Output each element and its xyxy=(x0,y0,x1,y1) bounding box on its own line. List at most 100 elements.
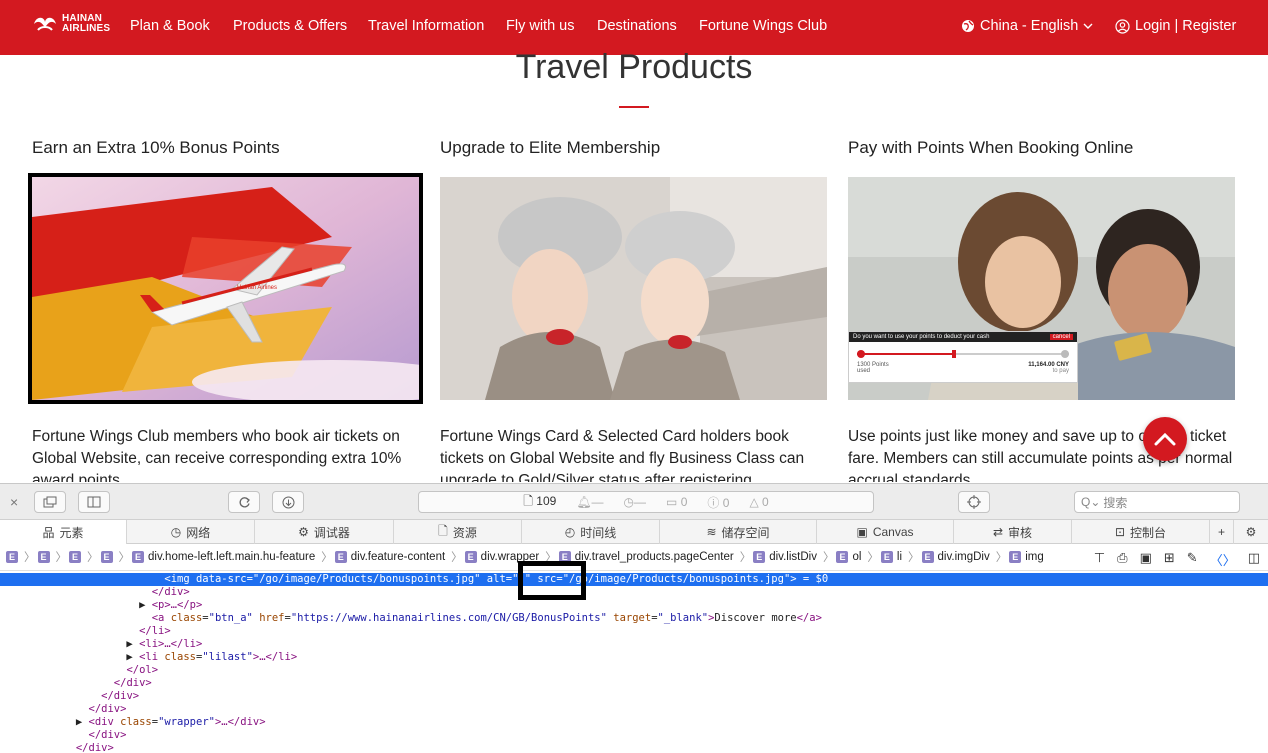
print-icon[interactable]: ⎙ xyxy=(1117,550,1127,569)
breadcrumb-item[interactable]: E xyxy=(6,551,18,563)
sidebar-toggle-icon[interactable]: ◫ xyxy=(1248,550,1260,569)
section-title: Travel Products xyxy=(515,48,753,86)
breadcrumb-item[interactable]: E xyxy=(37,551,50,563)
dom-node-div-close[interactable]: </div> xyxy=(0,742,1268,753)
card-title-bonus-points[interactable]: Earn an Extra 10% Bonus Points xyxy=(32,138,280,158)
bonus-points-illustration: Hainan Airlines xyxy=(32,177,419,400)
card-image-elite-membership[interactable] xyxy=(440,177,827,400)
breadcrumb-item[interactable]: E xyxy=(69,551,81,563)
nav-products-offers[interactable]: Products & Offers xyxy=(233,18,347,34)
hainan-airlines-logo[interactable]: HAINAN AIRLINES xyxy=(32,14,110,34)
tab-console[interactable]: ⊡ 控制台 xyxy=(1072,520,1210,544)
crosshair-icon xyxy=(967,495,981,509)
bell-icon: 🔔︎ xyxy=(576,495,592,509)
dom-tree: <img data-src="/go/image/Products/bonusp… xyxy=(0,572,1268,753)
bell-status: 🔔︎— xyxy=(576,495,604,509)
dom-node-img-selected[interactable]: <img data-src="/go/image/Products/bonusp… xyxy=(0,573,1268,586)
breadcrumb-item[interactable]: Eol xyxy=(836,551,861,563)
dock-side-button[interactable] xyxy=(78,491,110,513)
tab-audit[interactable]: ⇄ 审核 xyxy=(954,520,1072,544)
messages-count: ▭ 0 xyxy=(666,495,688,509)
storage-icon: ≋ xyxy=(706,525,717,539)
tab-debugger[interactable]: ⚙ 调试器 xyxy=(255,520,394,544)
tab-network[interactable]: ◷ 网络 xyxy=(127,520,255,544)
breadcrumb-item[interactable]: E xyxy=(100,551,113,563)
breadcrumb-item[interactable]: Eimg xyxy=(1009,551,1044,563)
reload-button[interactable] xyxy=(228,491,260,513)
inspect-element-button[interactable] xyxy=(958,491,990,513)
scroll-to-top-button[interactable] xyxy=(1143,417,1187,461)
network-icon: ◷ xyxy=(170,525,182,539)
dock-separate-window-button[interactable] xyxy=(34,491,66,513)
dom-node-a[interactable]: <a class="btn_a" href="https://www.haina… xyxy=(0,612,1268,625)
inspector-tabs: 品元素 ◷ 网络 ⚙ 调试器 🗋 资源 ◴ 时间线 ≋ 储存空间 ▣ Canvas ⇄ 审核 … xyxy=(0,520,1268,544)
flight-attendants-photo xyxy=(440,177,827,400)
points-used-label: 1300 Points used xyxy=(857,362,889,374)
card-image-pay-with-points[interactable]: Do you want to use your points to deduct… xyxy=(848,177,1235,400)
tab-resources[interactable]: 🗋 资源 xyxy=(394,520,522,544)
nav-fly-with-us[interactable]: Fly with us xyxy=(506,18,575,34)
chevron-up-icon xyxy=(1154,432,1176,446)
nav-plan-book[interactable]: Plan & Book xyxy=(130,18,210,34)
breadcrumb-item[interactable]: Ediv.imgDiv xyxy=(921,551,990,563)
plane-livery-text: Hainan Airlines xyxy=(237,285,277,291)
globe-icon xyxy=(962,20,974,32)
card-text-bonus-points: Fortune Wings Club members who book air … xyxy=(32,428,402,482)
dom-node-li-last[interactable]: ▶ <li class="lilast">…</li> xyxy=(0,651,1268,664)
resource-status-bar[interactable]: 🗋 109 🔔︎— ◷— ▭ 0 ⓘ 0 △ 0 xyxy=(418,491,874,513)
logo-text-line2: AIRLINES xyxy=(62,23,111,34)
warnings-count: △ 0 xyxy=(749,495,769,509)
pencil-icon[interactable]: ✎ xyxy=(1187,550,1198,569)
screenshot-icon[interactable]: ▣ xyxy=(1140,550,1152,569)
layout-icon[interactable]: ⊤ xyxy=(1094,550,1105,569)
dom-node-div-close[interactable]: </div> xyxy=(0,729,1268,742)
errors-count: ⓘ 0 xyxy=(707,495,730,510)
dom-node-p[interactable]: ▶ <p>…</p> xyxy=(0,599,1268,612)
inspector-toolbar: × 🗋 109 🔔︎— ◷— ▭ 0 ⓘ 0 △ 0 Q⌄ 搜索 xyxy=(0,484,1268,520)
dom-node-ol-close[interactable]: </ol> xyxy=(0,664,1268,677)
region-selector[interactable]: China - English xyxy=(961,18,1093,34)
window-icon xyxy=(43,496,57,508)
download-button[interactable] xyxy=(272,491,304,513)
breadcrumb-item[interactable]: Ediv.listDiv xyxy=(753,551,817,563)
dom-node-li-close[interactable]: </li> xyxy=(0,625,1268,638)
breadcrumb-item[interactable]: Ediv.feature-content xyxy=(334,551,445,563)
clock-status: ◷— xyxy=(623,495,647,509)
dom-node-div-close[interactable]: </div> xyxy=(0,690,1268,703)
dom-node-li[interactable]: ▶ <li>…</li> xyxy=(0,638,1268,651)
dom-node-div-wrapper[interactable]: ▶ <div class="wrapper">…</div> xyxy=(0,716,1268,729)
search-placeholder: 搜索 xyxy=(1103,495,1128,510)
breadcrumb-item[interactable]: Eli xyxy=(880,551,902,563)
login-register-label: Login | Register xyxy=(1135,18,1237,34)
grid-icon[interactable]: ⊞ xyxy=(1164,550,1175,569)
breadcrumb-item[interactable]: Ediv.home-left.left.main.hu-feature xyxy=(132,551,315,563)
inspector-search-input[interactable]: Q⌄ 搜索 xyxy=(1074,491,1240,513)
tab-canvas[interactable]: ▣ Canvas xyxy=(817,520,954,544)
nav-travel-information[interactable]: Travel Information xyxy=(368,18,484,34)
nav-fortune-wings-club[interactable]: Fortune Wings Club xyxy=(699,18,827,34)
tab-storage[interactable]: ≋ 储存空间 xyxy=(660,520,817,544)
dom-node-div-close[interactable]: </div> xyxy=(0,703,1268,716)
close-inspector-icon[interactable]: × xyxy=(10,494,18,510)
dom-node-div-close[interactable]: </div> xyxy=(0,586,1268,599)
dom-node-div-close[interactable]: </div> xyxy=(0,677,1268,690)
clock-icon: ◷ xyxy=(623,495,635,509)
card-image-bonus-points[interactable]: Hainan Airlines xyxy=(28,173,423,404)
elements-icon: 品 xyxy=(42,525,55,540)
title-divider xyxy=(619,106,649,108)
card-title-elite-membership[interactable]: Upgrade to Elite Membership xyxy=(440,138,660,158)
code-icon[interactable]: 〈〉 xyxy=(1210,550,1236,569)
add-tab-button[interactable]: + xyxy=(1210,520,1234,544)
login-register-link[interactable]: Login | Register xyxy=(1115,18,1236,34)
points-deduction-dialog: Do you want to use your points to deduct… xyxy=(848,331,1078,383)
console-icon: ⊡ xyxy=(1114,525,1126,539)
error-icon: ⓘ xyxy=(707,495,720,510)
tab-timelines[interactable]: ◴ 时间线 xyxy=(522,520,660,544)
settings-button[interactable]: ⚙ xyxy=(1234,520,1268,544)
search-icon: Q⌄ xyxy=(1081,495,1101,509)
gear-icon: ⚙ xyxy=(1245,525,1257,539)
card-title-pay-with-points[interactable]: Pay with Points When Booking Online xyxy=(848,138,1133,158)
tab-elements[interactable]: 品元素 xyxy=(0,520,127,544)
top-navigation-bar: HAINAN AIRLINES Plan & Book Products & O… xyxy=(0,0,1268,55)
nav-destinations[interactable]: Destinations xyxy=(597,18,677,34)
